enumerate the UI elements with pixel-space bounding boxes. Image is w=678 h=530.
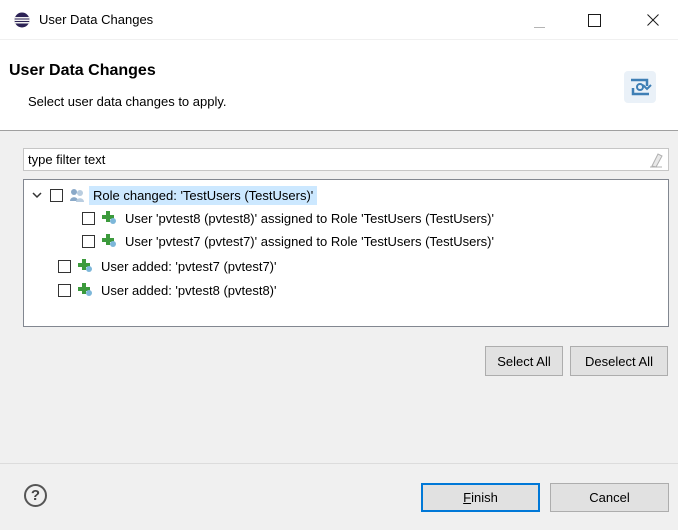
close-button[interactable]	[632, 0, 678, 40]
close-icon	[647, 14, 659, 26]
chevron-down-icon[interactable]	[30, 188, 44, 202]
tree-row-role-changed[interactable]: Role changed: 'TestUsers (TestUsers)'	[30, 184, 318, 206]
tree-row-user-added[interactable]: User added: 'pvtest7 (pvtest7)'	[58, 255, 277, 277]
finish-mnemonic: F	[463, 490, 472, 505]
user-add-icon	[102, 234, 116, 247]
filter-input[interactable]: type filter text	[23, 148, 669, 171]
cancel-button[interactable]: Cancel	[550, 483, 669, 512]
tree-row-label: User 'pvtest7 (pvtest7)' assigned to Rol…	[125, 233, 494, 249]
select-all-button[interactable]: Select All	[485, 346, 563, 376]
eclipse-icon	[14, 12, 30, 28]
user-add-icon	[78, 259, 92, 272]
minimize-button[interactable]	[516, 0, 562, 40]
checkbox[interactable]	[50, 188, 63, 202]
tree-row-assigned[interactable]: User 'pvtest8 (pvtest8)' assigned to Rol…	[82, 207, 494, 229]
clear-filter-icon[interactable]	[648, 152, 664, 168]
deselect-all-button[interactable]: Deselect All	[570, 346, 668, 376]
tree-row-label: Role changed: 'TestUsers (TestUsers)'	[89, 185, 318, 205]
page-message: Select user data changes to apply.	[28, 94, 227, 109]
wizard-header: User Data Changes Select user data chang…	[0, 40, 678, 131]
tree-row-label: User added: 'pvtest7 (pvtest7)'	[101, 258, 277, 274]
checkbox[interactable]	[58, 259, 71, 273]
checkbox[interactable]	[82, 234, 95, 248]
title-bar: User Data Changes	[0, 0, 678, 40]
finish-button[interactable]: Finish	[421, 483, 540, 512]
window-title: User Data Changes	[39, 12, 154, 27]
finish-label: inish	[471, 490, 498, 505]
tree-row-label: User 'pvtest8 (pvtest8)' assigned to Rol…	[125, 210, 494, 226]
checkbox[interactable]	[58, 283, 71, 297]
filter-text: type filter text	[28, 152, 106, 167]
maximize-button[interactable]	[574, 0, 620, 40]
tree-row-label: User added: 'pvtest8 (pvtest8)'	[101, 282, 277, 298]
footer-divider	[0, 463, 678, 464]
page-title: User Data Changes	[9, 62, 156, 79]
checkbox[interactable]	[82, 211, 95, 225]
role-icon	[70, 189, 84, 202]
help-icon[interactable]: ?	[24, 484, 47, 507]
changes-tree[interactable]: Role changed: 'TestUsers (TestUsers)' Us…	[23, 179, 669, 327]
tree-row-assigned[interactable]: User 'pvtest7 (pvtest7)' assigned to Rol…	[82, 230, 494, 252]
user-add-icon	[102, 211, 116, 224]
sync-icon	[624, 71, 656, 103]
user-add-icon	[78, 283, 92, 296]
tree-row-user-added[interactable]: User added: 'pvtest8 (pvtest8)'	[58, 279, 277, 301]
